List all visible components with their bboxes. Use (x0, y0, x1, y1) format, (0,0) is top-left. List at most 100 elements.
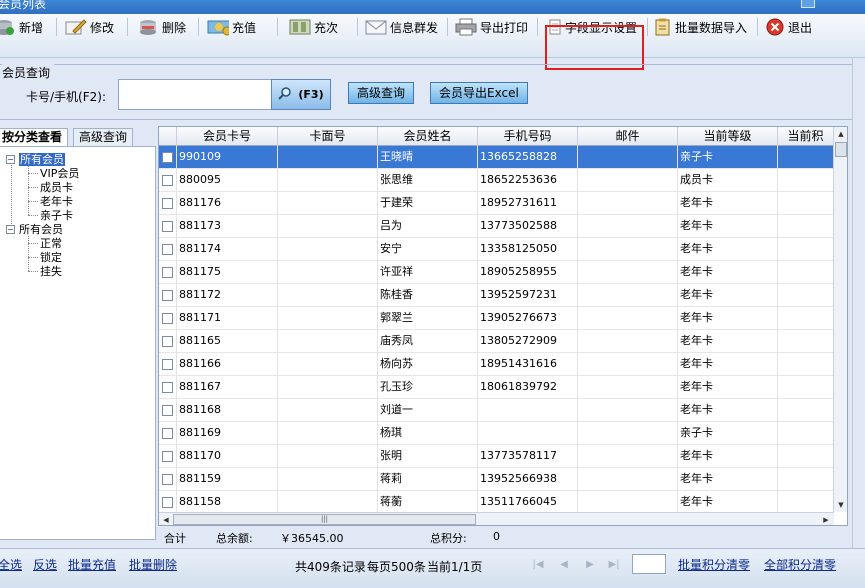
email-cell (578, 284, 678, 307)
card-phone-input[interactable] (118, 79, 272, 110)
invert-selection-link[interactable]: 反选 (33, 556, 57, 573)
column-header[interactable]: 会员姓名 (378, 127, 478, 146)
scroll-thumb[interactable]: ||| (173, 514, 476, 525)
table-row[interactable]: 881159 蒋莉 13952566938 老年卡 (159, 468, 834, 491)
card-number-cell: 881172 (177, 284, 278, 307)
search-button[interactable]: (F3) (271, 79, 331, 110)
broadcast-button[interactable]: 信息群发 (365, 16, 438, 38)
export-excel-button[interactable]: 会员导出Excel (430, 82, 528, 104)
table-row[interactable]: 881167 孔玉珍 18061839792 老年卡 (159, 376, 834, 399)
table-row[interactable]: 881171 郭翠兰 13905276673 老年卡 (159, 307, 834, 330)
scroll-thumb[interactable] (835, 142, 847, 157)
tab-advanced-query[interactable]: 高级查询 (73, 128, 134, 146)
tree-node-senior-card[interactable]: 老年卡 (40, 195, 73, 208)
window-control-button[interactable] (801, 0, 815, 8)
clear-all-points-link[interactable]: 全部积分清零 (764, 556, 836, 573)
column-header[interactable]: 邮件 (578, 127, 678, 146)
row-checkbox[interactable] (162, 382, 173, 393)
table-row[interactable]: 990109 王晓晴 13665258828 亲子卡 (159, 146, 834, 169)
row-checkbox[interactable] (162, 405, 173, 416)
batch-recharge-link[interactable]: 批量充值 (68, 556, 116, 573)
tree-node-member-card[interactable]: 成员卡 (40, 181, 73, 194)
delete-button[interactable]: 删除 (137, 16, 186, 38)
row-checkbox[interactable] (162, 428, 173, 439)
last-page-icon[interactable]: ▶| (607, 557, 621, 571)
scroll-down-icon[interactable]: ▼ (834, 498, 847, 512)
phone-cell: 13511766045 (478, 491, 578, 514)
member-name-cell: 孔玉珍 (378, 376, 478, 399)
first-page-icon[interactable]: |◀ (531, 557, 545, 571)
page-number-input[interactable] (632, 554, 666, 574)
table-row[interactable]: 881172 陈桂香 13952597231 老年卡 (159, 284, 834, 307)
level-cell: 老年卡 (678, 284, 778, 307)
row-checkbox[interactable] (162, 474, 173, 485)
points-cell (778, 491, 834, 514)
tree-node-locked[interactable]: 锁定 (40, 251, 62, 264)
batch-clear-points-link[interactable]: 批量积分清零 (678, 556, 750, 573)
row-checkbox[interactable] (162, 221, 173, 232)
scroll-left-icon[interactable]: ◀ (159, 513, 173, 525)
row-checkbox[interactable] (162, 497, 173, 508)
scroll-up-icon[interactable]: ▲ (834, 127, 847, 141)
column-header[interactable]: 会员卡号 (177, 127, 278, 146)
table-row[interactable]: 881170 张明 13773578117 老年卡 (159, 445, 834, 468)
points-cell (778, 422, 834, 445)
row-checkbox[interactable] (162, 313, 173, 324)
vertical-scrollbar[interactable]: ▲ ▼ (833, 127, 847, 512)
horizontal-scrollbar[interactable]: ◀ ||| ▶ (159, 512, 834, 525)
table-row[interactable]: 881168 刘道一 老年卡 (159, 399, 834, 422)
row-checkbox[interactable] (162, 290, 173, 301)
prev-page-icon[interactable]: ◀ (557, 557, 571, 571)
member-name-cell: 于建荣 (378, 192, 478, 215)
tree-node-all-members-status[interactable]: 所有会员 (19, 223, 63, 236)
table-row[interactable]: 881176 于建荣 18952731611 老年卡 (159, 192, 834, 215)
select-all-link[interactable]: 全选 (0, 556, 22, 573)
batch-delete-link[interactable]: 批量删除 (129, 556, 177, 573)
table-row[interactable]: 881158 蒋蘅 13511766045 老年卡 (159, 491, 834, 514)
row-checkbox[interactable] (162, 198, 173, 209)
tree-node-normal[interactable]: 正常 (40, 237, 62, 250)
email-cell (578, 146, 678, 169)
tab-by-category[interactable]: 按分类查看 (0, 128, 69, 147)
table-row[interactable]: 881166 杨向苏 18951431616 老年卡 (159, 353, 834, 376)
tree-node-vip[interactable]: VIP会员 (40, 167, 79, 180)
row-checkbox[interactable] (162, 152, 173, 163)
row-checkbox[interactable] (162, 267, 173, 278)
table-row[interactable]: 881173 吕为 13773502588 老年卡 (159, 215, 834, 238)
row-checkbox[interactable] (162, 244, 173, 255)
row-checkbox[interactable] (162, 175, 173, 186)
column-header[interactable] (159, 127, 177, 146)
scroll-right-icon[interactable]: ▶ (819, 513, 833, 525)
row-checkbox[interactable] (162, 359, 173, 370)
row-checkbox[interactable] (162, 336, 173, 347)
advanced-query-button[interactable]: 高级查询 (348, 82, 415, 104)
column-header[interactable]: 当前等级 (678, 127, 778, 146)
recharge-count-button[interactable]: 充次 (289, 16, 338, 38)
table-row[interactable]: 881165 庙秀凤 13805272909 老年卡 (159, 330, 834, 353)
row-checkbox[interactable] (162, 451, 173, 462)
collapse-toggle-icon[interactable]: − (6, 155, 15, 164)
recharge-button[interactable]: 充值 (207, 16, 256, 38)
tree-node-lost[interactable]: 挂失 (40, 265, 62, 278)
table-row[interactable]: 881169 杨琪 亲子卡 (159, 422, 834, 445)
table-row[interactable]: 881174 安宁 13358125050 老年卡 (159, 238, 834, 261)
next-page-icon[interactable]: ▶ (583, 557, 597, 571)
card-number-cell: 881170 (177, 445, 278, 468)
table-row[interactable]: 881175 许亚祥 18905258955 老年卡 (159, 261, 834, 284)
card-face-cell (278, 376, 378, 399)
card-number-cell: 881158 (177, 491, 278, 514)
batch-import-button[interactable]: 批量数据导入 (654, 16, 747, 38)
table-row[interactable]: 880095 张思维 18652253636 成员卡 (159, 169, 834, 192)
tree-node-family-card[interactable]: 亲子卡 (40, 209, 73, 222)
email-cell (578, 215, 678, 238)
column-header[interactable]: 当前积 (778, 127, 834, 146)
export-print-button[interactable]: 导出打印 (455, 16, 528, 38)
add-button[interactable]: 新增 (0, 16, 43, 38)
toolbar-separator (647, 18, 648, 36)
column-header[interactable]: 手机号码 (478, 127, 578, 146)
collapse-toggle-icon[interactable]: − (6, 225, 15, 234)
exit-button[interactable]: 退出 (765, 16, 812, 38)
edit-button[interactable]: 修改 (65, 16, 114, 38)
column-header[interactable]: 卡面号 (278, 127, 378, 146)
tree-node-all-members[interactable]: 所有会员 (19, 153, 65, 166)
